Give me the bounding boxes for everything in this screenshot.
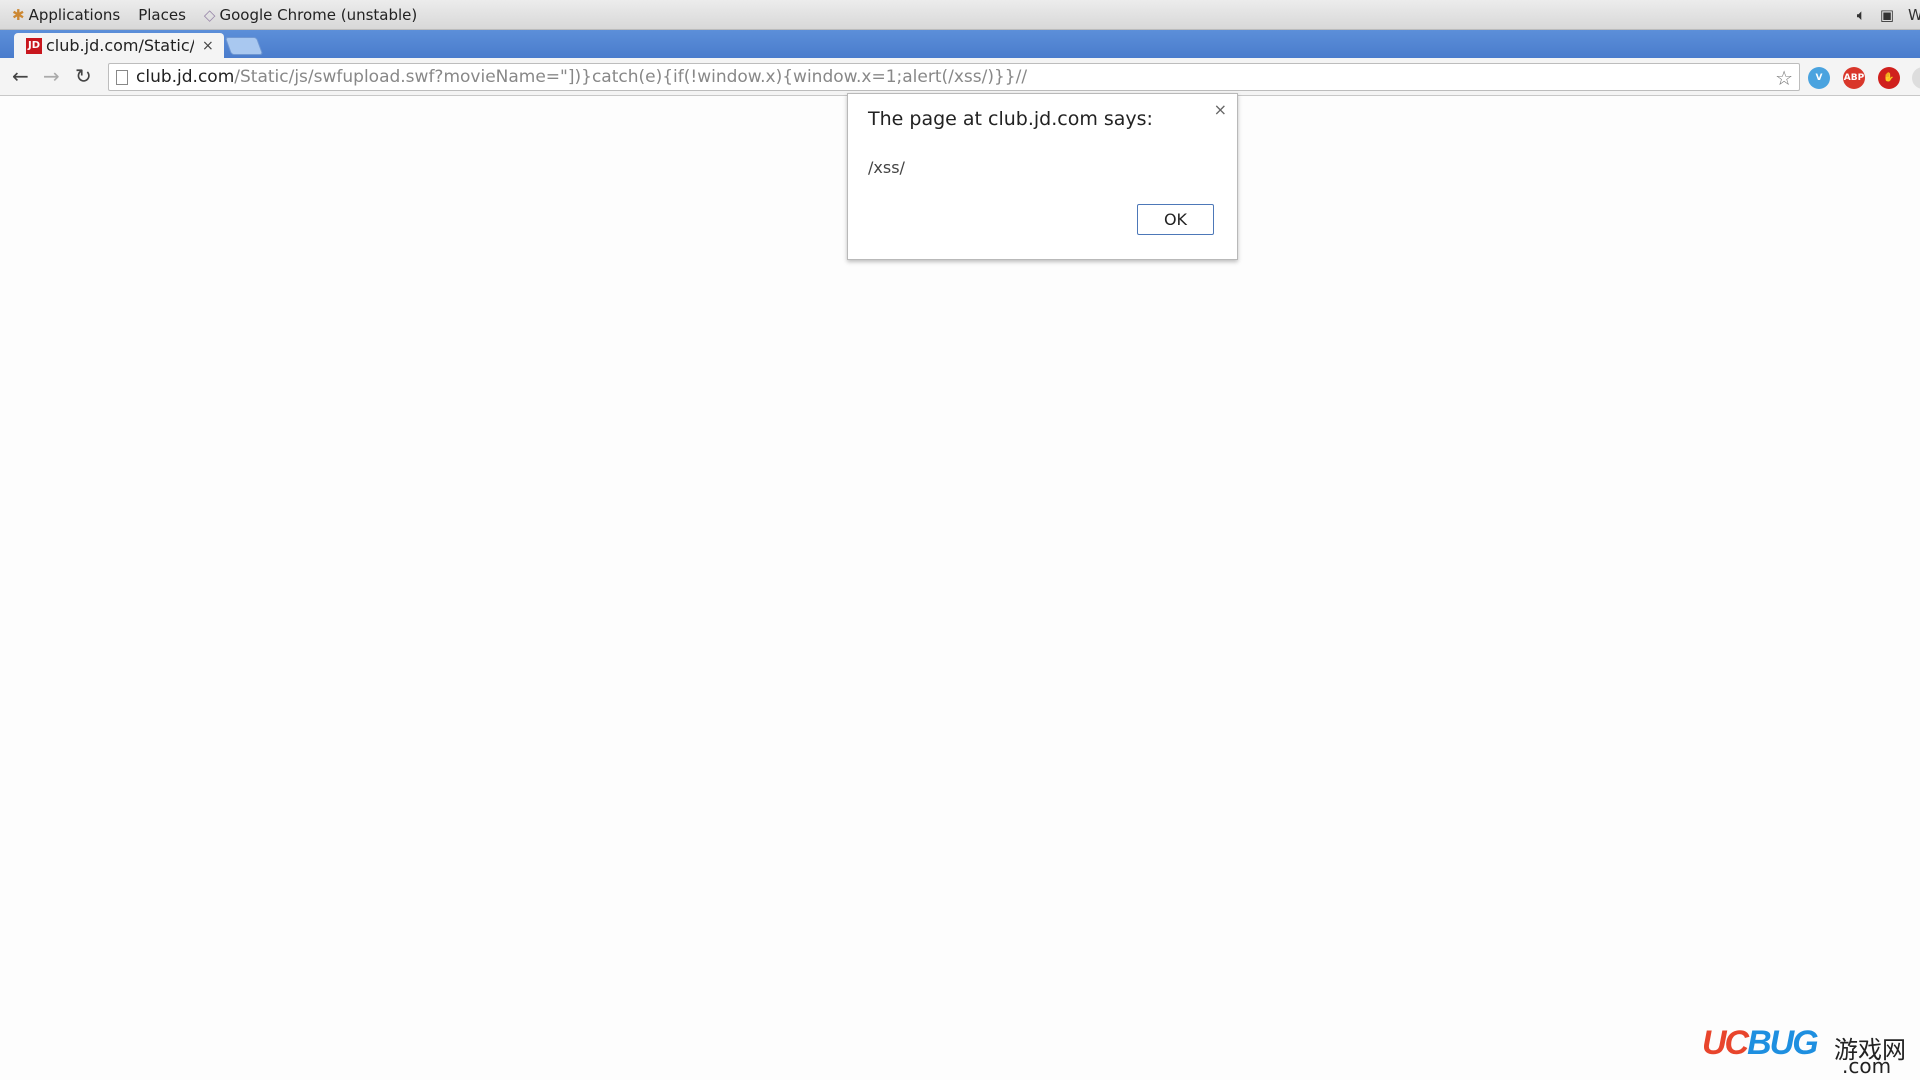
active-window-indicator[interactable]: ◇ Google Chrome (unstable): [204, 6, 417, 24]
adblock-plus-extension-icon[interactable]: ABP: [1843, 67, 1865, 89]
javascript-alert-dialog: The page at club.jd.com says: × /xss/ OK: [847, 93, 1238, 260]
tab-title: club.jd.com/Static/js/swfupload.swf: [46, 36, 194, 55]
bookmark-star-icon[interactable]: ☆: [1775, 66, 1793, 90]
ucbug-watermark-logo: UCBUG 游戏网 .com: [1702, 1024, 1916, 1078]
tab-active[interactable]: JD club.jd.com/Static/js/swfupload.swf ×: [14, 33, 224, 58]
dialog-close-icon[interactable]: ×: [1214, 100, 1227, 119]
volume-icon[interactable]: 🔈︎: [1857, 6, 1866, 24]
applications-icon: ✱: [12, 5, 25, 24]
new-tab-button[interactable]: [224, 37, 264, 55]
jd-favicon: JD: [26, 37, 42, 54]
chrome-window-icon: ◇: [203, 5, 216, 24]
desktop-top-panel: ✱ Applications Places ◇ Google Chrome (uns…: [0, 0, 1920, 30]
dialog-title: The page at club.jd.com says:: [868, 108, 1153, 130]
browser-toolbar: ← → ↻ club.jd.com/Static/js/swfupload.sw…: [0, 58, 1920, 96]
active-window-label: Google Chrome (unstable): [219, 5, 418, 24]
tab-close-icon[interactable]: ×: [202, 38, 214, 54]
address-bar[interactable]: club.jd.com/Static/js/swfupload.swf?movi…: [108, 63, 1800, 91]
applications-label: Applications: [28, 5, 121, 24]
reload-icon[interactable]: ↻: [75, 66, 92, 86]
back-arrow-icon[interactable]: ←: [12, 66, 29, 86]
places-label: Places: [138, 5, 186, 24]
adblock-extension-icon[interactable]: ✋: [1878, 67, 1900, 89]
applications-menu[interactable]: ✱ Applications: [12, 6, 120, 24]
ok-button[interactable]: OK: [1137, 204, 1214, 235]
url-host: club.jd.com: [136, 67, 235, 87]
page-icon: [116, 69, 128, 85]
forward-arrow-icon[interactable]: →: [43, 66, 60, 86]
network-icon[interactable]: ▣: [1880, 6, 1894, 24]
vimium-extension-icon[interactable]: V: [1808, 67, 1830, 89]
extension-icon[interactable]: [1912, 67, 1920, 89]
dialog-message: /xss/: [868, 158, 905, 177]
tab-strip: JD club.jd.com/Static/js/swfupload.swf ×: [0, 30, 1920, 58]
watermark-brand: UCBUG: [1702, 1024, 1819, 1062]
watermark-suffix: .com: [1842, 1054, 1892, 1078]
url-path: /Static/js/swfupload.swf?movieName="])}c…: [234, 67, 1028, 87]
clock[interactable]: W: [1908, 6, 1920, 24]
places-menu[interactable]: Places: [138, 6, 186, 24]
